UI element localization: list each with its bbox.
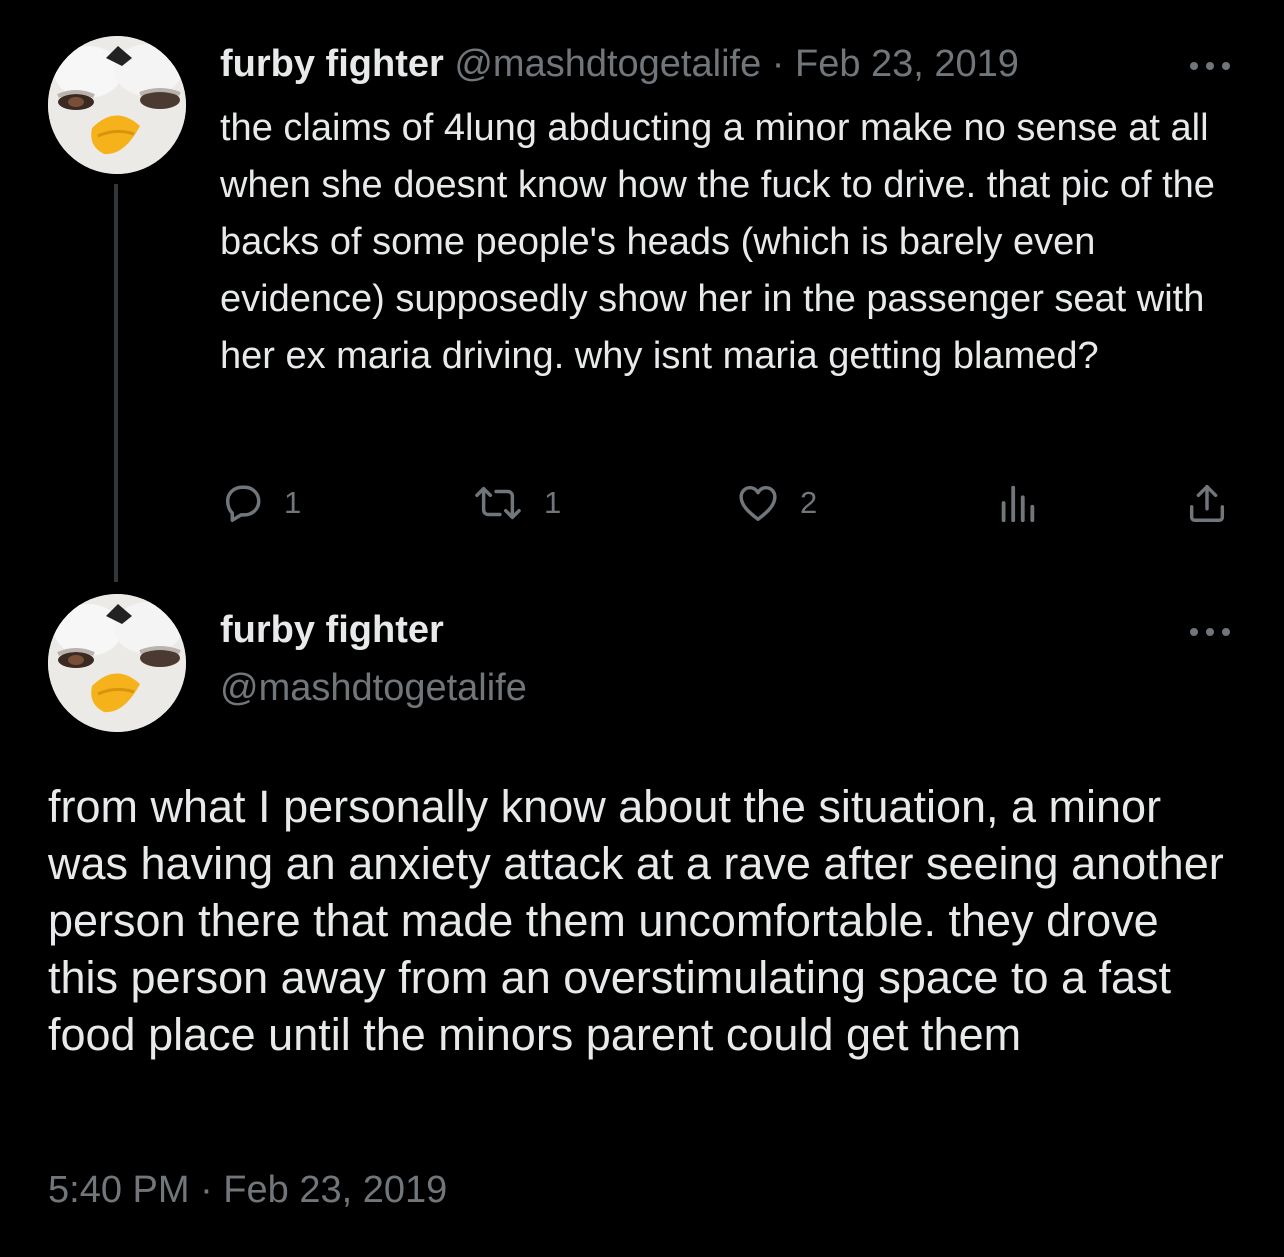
tweet-text: the claims of 4lung abducting a minor ma… <box>220 107 1215 377</box>
views-icon <box>994 480 1040 526</box>
tweet-date[interactable]: Feb 23, 2019 <box>795 43 1019 85</box>
author-name[interactable]: furby fighter <box>220 43 444 85</box>
reply-count: 1 <box>284 485 302 520</box>
share-icon <box>1184 480 1230 526</box>
retweet-button[interactable]: 1 <box>470 478 561 528</box>
more-options-icon[interactable] <box>1190 622 1230 642</box>
avatar[interactable] <box>48 594 186 732</box>
author-handle[interactable]: @mashdtogetalife <box>220 662 527 714</box>
like-button[interactable]: 2 <box>734 478 817 528</box>
avatar[interactable] <box>48 36 186 174</box>
author-handle[interactable]: @mashdtogetalife <box>454 43 761 85</box>
author-name[interactable]: furby fighter <box>220 604 444 656</box>
retweet-icon <box>470 480 526 526</box>
like-count: 2 <box>800 485 818 520</box>
views-button[interactable] <box>994 478 1040 528</box>
tweet-timestamp[interactable]: 5:40 PM · Feb 23, 2019 <box>48 1164 447 1216</box>
more-options-icon[interactable] <box>1190 56 1230 76</box>
share-button[interactable] <box>1184 478 1230 528</box>
tweet-header: furby fighter @mashdtogetalife · Feb 23,… <box>220 40 1124 88</box>
reply-icon <box>220 480 266 526</box>
heart-icon <box>734 480 782 526</box>
tweet-text: from what I personally know about the si… <box>48 781 1224 1060</box>
header-separator: · <box>771 43 785 85</box>
retweet-count: 1 <box>544 485 562 520</box>
reply-button[interactable]: 1 <box>220 478 301 528</box>
thread-line <box>114 184 118 582</box>
